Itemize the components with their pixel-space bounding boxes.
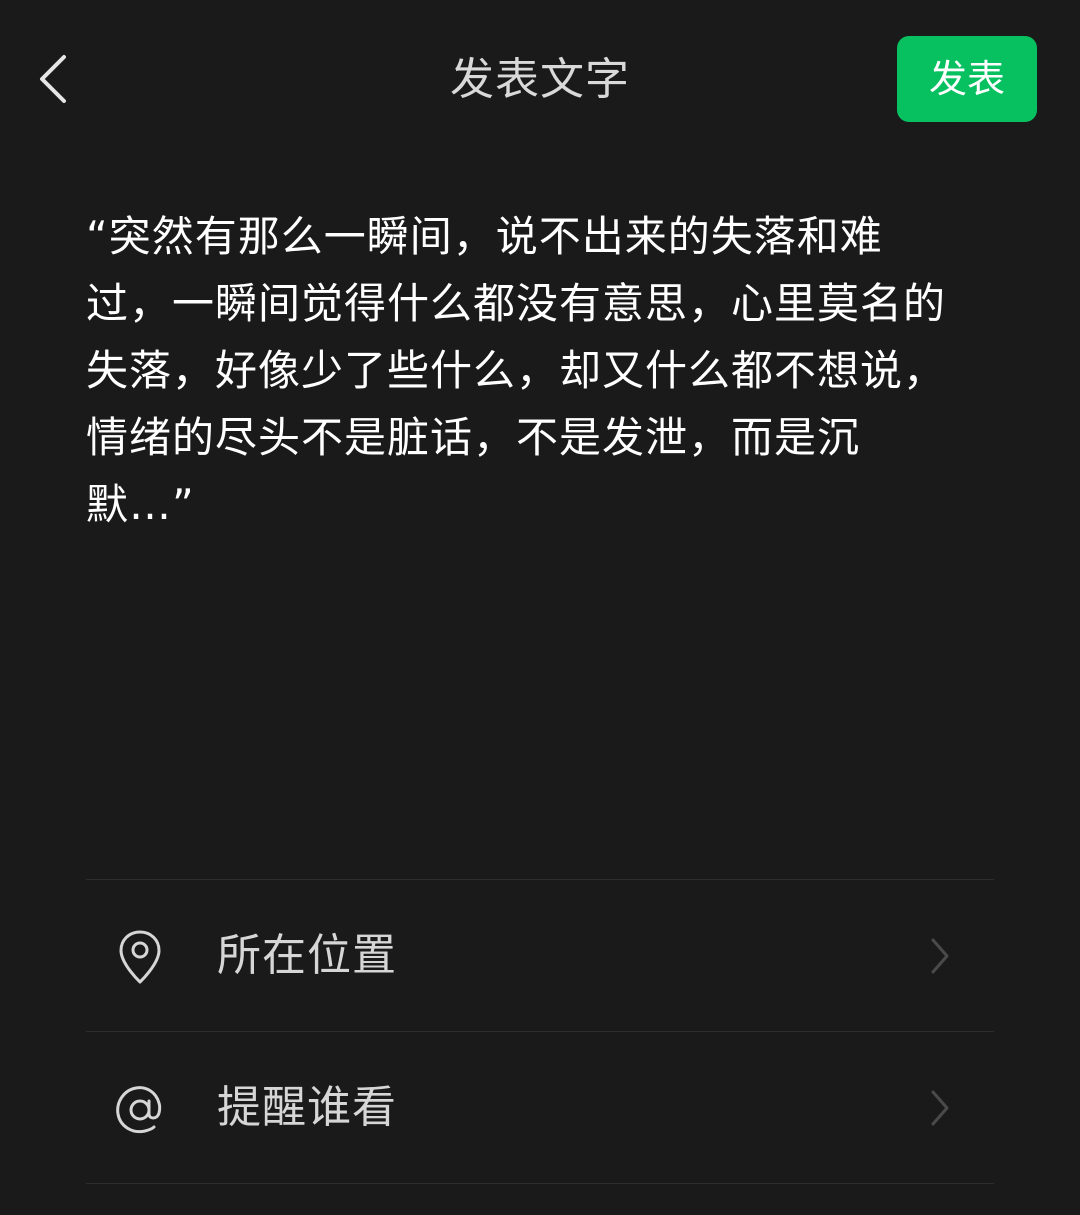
chevron-right-icon [928,936,952,976]
location-label: 所在位置 [217,930,397,981]
mention-row[interactable]: 提醒谁看 [86,1032,994,1182]
divider [86,1183,994,1184]
post-button[interactable]: 发表 [897,36,1037,122]
at-sign-icon [112,1080,168,1140]
chevron-right-icon [928,1088,952,1128]
top-bar: 发表文字 发表 [0,0,1080,160]
location-pin-icon [112,928,168,988]
mention-label: 提醒谁看 [217,1082,397,1133]
location-row[interactable]: 所在位置 [86,880,994,1030]
post-text-content[interactable]: “突然有那么一瞬间，说不出来的失落和难过，一瞬间觉得什么都没有意思，心里莫名的失… [86,203,966,538]
